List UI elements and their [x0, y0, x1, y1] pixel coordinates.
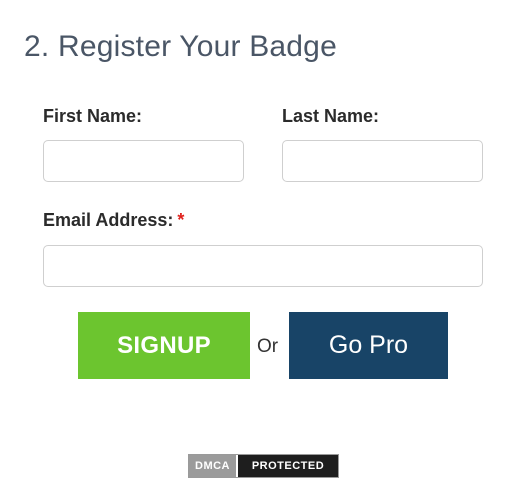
dmca-badge-right: PROTECTED	[236, 455, 338, 477]
dmca-protected-badge[interactable]: DMCA PROTECTED	[188, 454, 339, 478]
last-name-label: Last Name:	[282, 106, 380, 126]
or-separator: Or	[257, 336, 279, 357]
dmca-badge-left: DMCA	[189, 455, 236, 477]
email-label: Email Address:	[43, 210, 174, 230]
required-asterisk: *	[177, 210, 185, 230]
signup-button[interactable]: SIGNUP	[78, 312, 250, 379]
email-input[interactable]	[43, 245, 483, 287]
first-name-input[interactable]	[43, 140, 244, 182]
section-title: 2. Register Your Badge	[24, 30, 337, 63]
go-pro-button[interactable]: Go Pro	[289, 312, 448, 379]
last-name-input[interactable]	[282, 140, 483, 182]
first-name-label: First Name:	[43, 106, 143, 126]
email-label-row: Email Address: *	[43, 209, 184, 231]
